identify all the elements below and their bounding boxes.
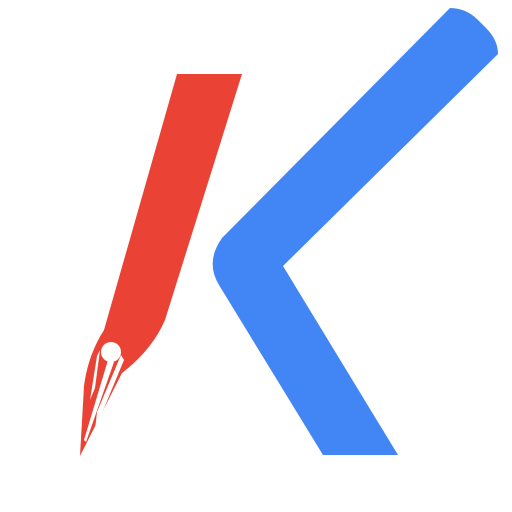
k-chevron-shape [212,8,498,455]
app-icon-canvas [0,0,512,512]
nib-hole [101,342,121,362]
k-pen-logo [80,8,498,456]
